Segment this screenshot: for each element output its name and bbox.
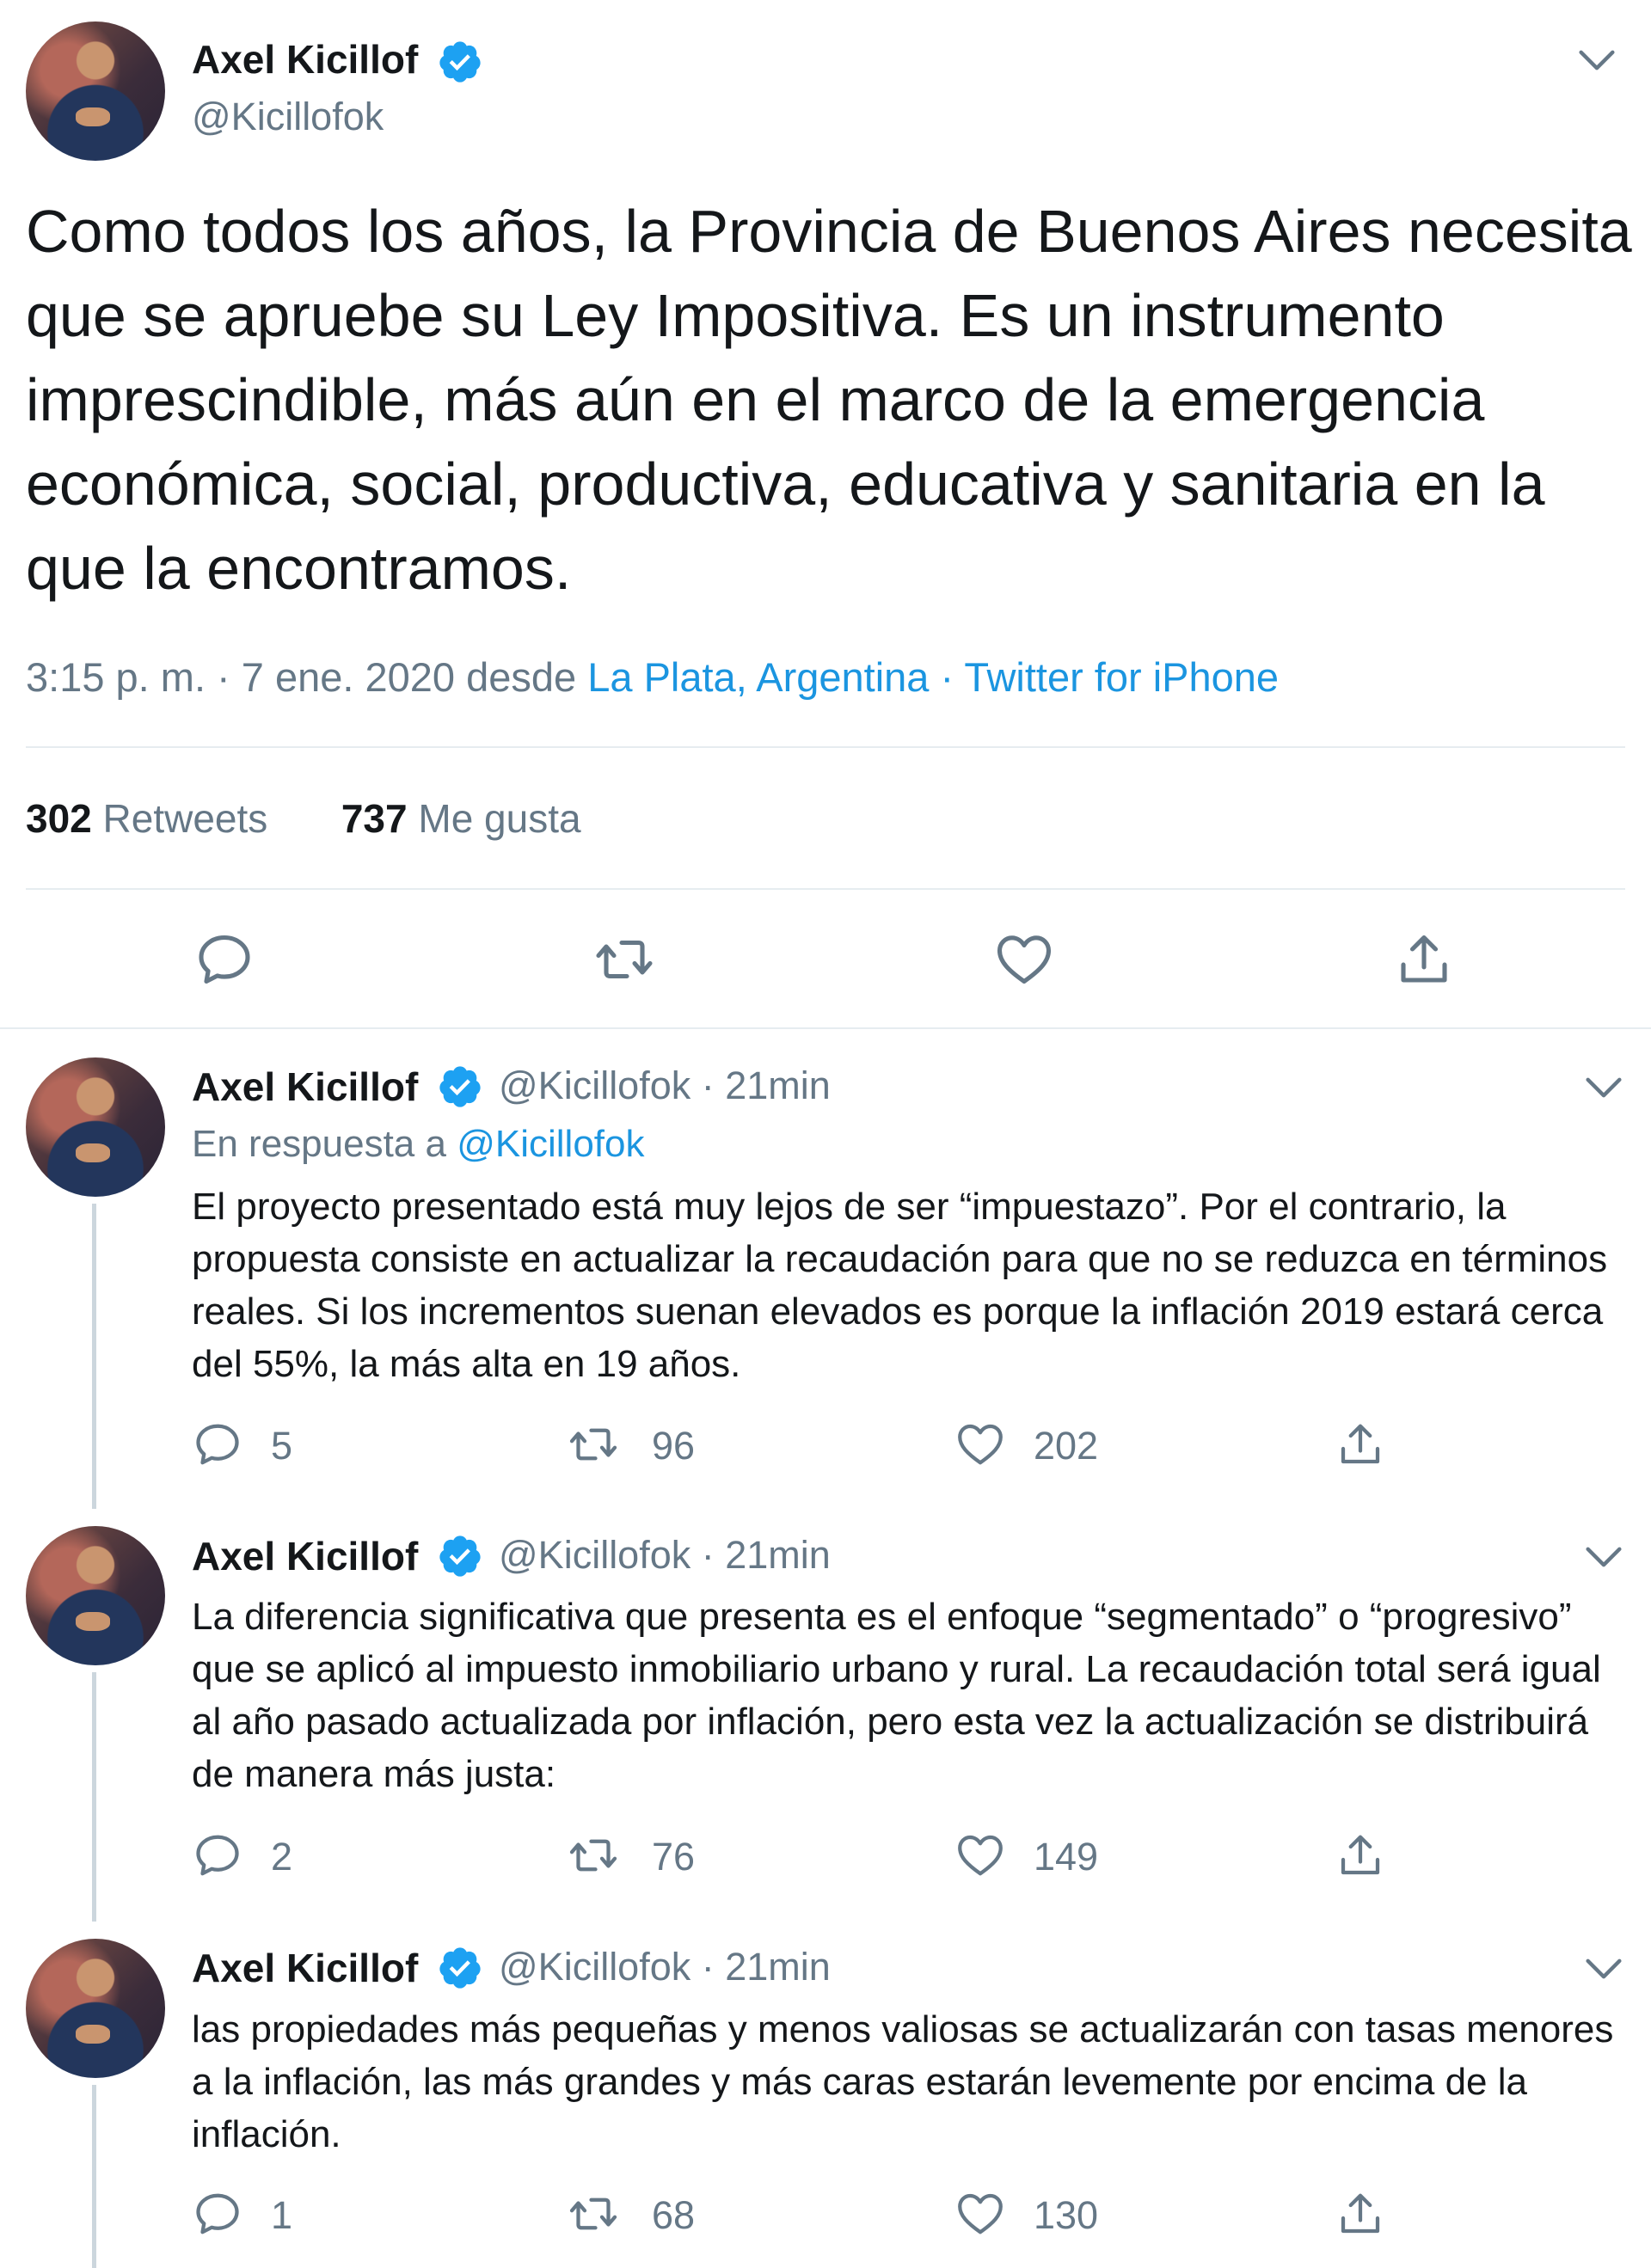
- avatar[interactable]: [26, 1057, 165, 1197]
- thread-line: [92, 1672, 96, 1922]
- verified-badge-icon: [437, 1064, 483, 1110]
- author-handle: @Kicillofok · 21min: [499, 1945, 831, 1989]
- reply-icon[interactable]: [192, 1419, 243, 1470]
- tweet-meta: 3:15 p. m. · 7 ene. 2020 desde La Plata,…: [26, 653, 1279, 701]
- replying-to: En respuesta a @Kicillofok: [192, 1123, 644, 1166]
- share-icon[interactable]: [1393, 929, 1455, 990]
- verified-badge-icon: [437, 39, 483, 85]
- divider: [0, 1027, 1651, 1029]
- reply-icon[interactable]: [192, 2188, 243, 2240]
- reply-count: 5: [271, 1424, 293, 1468]
- likes-label: Me gusta: [418, 796, 581, 841]
- likes-count: 737: [341, 796, 408, 841]
- likes-stat[interactable]: 737 Me gusta: [341, 796, 581, 841]
- reply-time[interactable]: · 21min: [690, 1064, 831, 1107]
- retweet-icon[interactable]: [568, 1419, 619, 1470]
- author-handle: @Kicillofok · 21min: [499, 1533, 831, 1578]
- tweet-location-link[interactable]: La Plata, Argentina: [587, 654, 929, 700]
- tweet-timestamp[interactable]: 3:15 p. m. · 7 ene. 2020 desde: [26, 654, 587, 700]
- retweets-label: Retweets: [102, 796, 268, 841]
- author-name[interactable]: Axel Kicillof: [192, 1533, 418, 1579]
- tweet-stats: 302 Retweets 737 Me gusta: [26, 795, 581, 842]
- verified-badge-icon: [437, 1945, 483, 1991]
- author-name[interactable]: Axel Kicillof: [192, 1064, 418, 1110]
- retweets-count: 302: [26, 796, 92, 841]
- like-count: 130: [1034, 2193, 1099, 2237]
- share-icon[interactable]: [1335, 1830, 1386, 1881]
- like-count: 149: [1034, 1835, 1099, 1879]
- reply-count: 1: [271, 2193, 293, 2237]
- retweet-count: 68: [652, 2193, 696, 2237]
- replying-to-link[interactable]: @Kicillofok: [457, 1123, 644, 1165]
- avatar[interactable]: [26, 1939, 165, 2078]
- author-name[interactable]: Axel Kicillof: [192, 1945, 418, 1991]
- author-handle: @Kicillofok · 21min: [499, 1064, 831, 1108]
- tweet-text: las propiedades más pequeñas y menos val…: [192, 2008, 1614, 2155]
- retweets-stat[interactable]: 302 Retweets: [26, 796, 267, 841]
- divider: [26, 746, 1625, 748]
- tweet-source-link[interactable]: · Twitter for iPhone: [929, 654, 1279, 700]
- chevron-down-icon[interactable]: [1585, 1956, 1623, 1982]
- retweet-count: 76: [652, 1835, 696, 1879]
- reply-time[interactable]: · 21min: [690, 1945, 831, 1989]
- author-handle[interactable]: @Kicillofok: [192, 95, 384, 139]
- chevron-down-icon[interactable]: [1585, 1544, 1623, 1570]
- thread-line: [92, 1204, 96, 1509]
- avatar[interactable]: [26, 1526, 165, 1665]
- reply-icon[interactable]: [192, 1830, 243, 1881]
- avatar[interactable]: [26, 21, 165, 161]
- verified-badge-icon: [437, 1533, 483, 1579]
- like-count: 202: [1034, 1424, 1099, 1468]
- chevron-down-icon[interactable]: [1585, 1075, 1623, 1100]
- retweet-icon[interactable]: [568, 2188, 619, 2240]
- handle[interactable]: @Kicillofok: [499, 1533, 690, 1577]
- reply-count: 2: [271, 1835, 293, 1879]
- like-icon[interactable]: [993, 929, 1055, 990]
- reply-time[interactable]: · 21min: [690, 1533, 831, 1577]
- retweet-icon[interactable]: [593, 929, 655, 990]
- like-icon[interactable]: [954, 2188, 1006, 2240]
- thread-line: [92, 2085, 96, 2268]
- reply-icon[interactable]: [193, 929, 255, 990]
- tweet-text: La diferencia significativa que presenta…: [192, 1596, 1601, 1795]
- retweet-icon[interactable]: [568, 1830, 619, 1881]
- author-name[interactable]: Axel Kicillof: [192, 36, 418, 83]
- share-icon[interactable]: [1335, 1419, 1386, 1470]
- replying-prefix: En respuesta a: [192, 1123, 457, 1165]
- tweet-text: Como todos los años, la Provincia de Bue…: [26, 198, 1632, 602]
- handle[interactable]: @Kicillofok: [499, 1064, 690, 1107]
- handle[interactable]: @Kicillofok: [499, 1945, 690, 1989]
- retweet-count: 96: [652, 1424, 696, 1468]
- chevron-down-icon[interactable]: [1578, 47, 1616, 73]
- divider: [26, 888, 1625, 890]
- like-icon[interactable]: [954, 1419, 1006, 1470]
- like-icon[interactable]: [954, 1830, 1006, 1881]
- tweet-text: El proyecto presentado está muy lejos de…: [192, 1186, 1608, 1385]
- share-icon[interactable]: [1335, 2188, 1386, 2240]
